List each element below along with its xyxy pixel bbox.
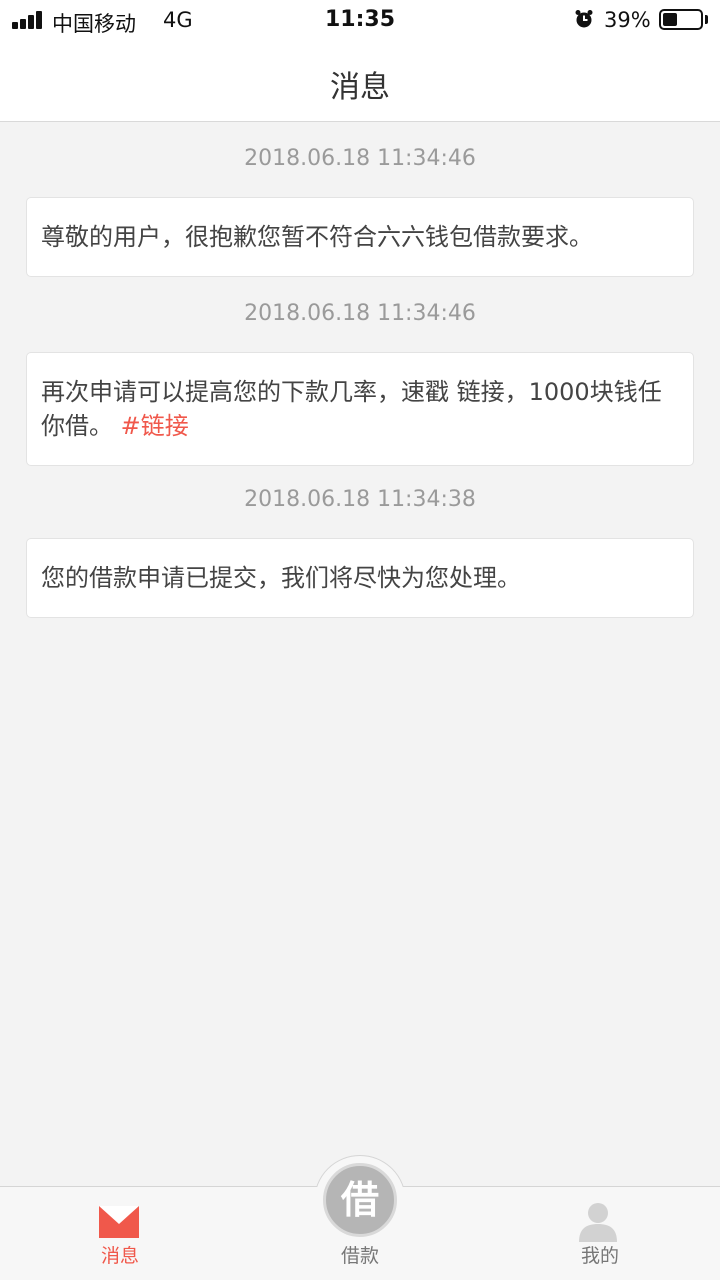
- user-icon: [579, 1203, 617, 1242]
- envelope-icon: [99, 1206, 139, 1238]
- page-title: 消息: [330, 70, 390, 105]
- borrow-button[interactable]: 借: [323, 1163, 397, 1237]
- battery-tip: [705, 15, 708, 24]
- message-timestamp: 2018.06.18 11:34:38: [244, 487, 476, 512]
- message-link[interactable]: #链接: [121, 412, 189, 440]
- alarm-icon: [575, 10, 593, 28]
- tab-mine[interactable]: 我的: [480, 1186, 720, 1280]
- battery-icon: [659, 9, 703, 30]
- message-card[interactable]: 再次申请可以提高您的下款几率，速戳 链接，1000块钱任你借。 #链接: [26, 352, 694, 466]
- battery-fill: [663, 13, 677, 26]
- battery-percentage: 39%: [604, 8, 651, 32]
- tab-messages-label: 消息: [100, 1245, 139, 1267]
- tab-mine-label: 我的: [580, 1245, 619, 1267]
- message-timestamp: 2018.06.18 11:34:46: [244, 301, 476, 326]
- tab-borrow-label: 借款: [340, 1245, 379, 1267]
- nav-bar: 消息: [0, 40, 720, 122]
- message-text: 尊敬的用户，很抱歉您暂不符合六六钱包借款要求。: [41, 223, 593, 251]
- message-card[interactable]: 尊敬的用户，很抱歉您暂不符合六六钱包借款要求。: [26, 197, 694, 277]
- message-text: 您的借款申请已提交，我们将尽快为您处理。: [41, 564, 521, 592]
- message-timestamp: 2018.06.18 11:34:46: [244, 146, 476, 171]
- message-card[interactable]: 您的借款申请已提交，我们将尽快为您处理。: [26, 538, 694, 618]
- tab-messages[interactable]: 消息: [0, 1186, 240, 1280]
- status-bar: 中国移动 4G 11:35 39%: [0, 0, 720, 40]
